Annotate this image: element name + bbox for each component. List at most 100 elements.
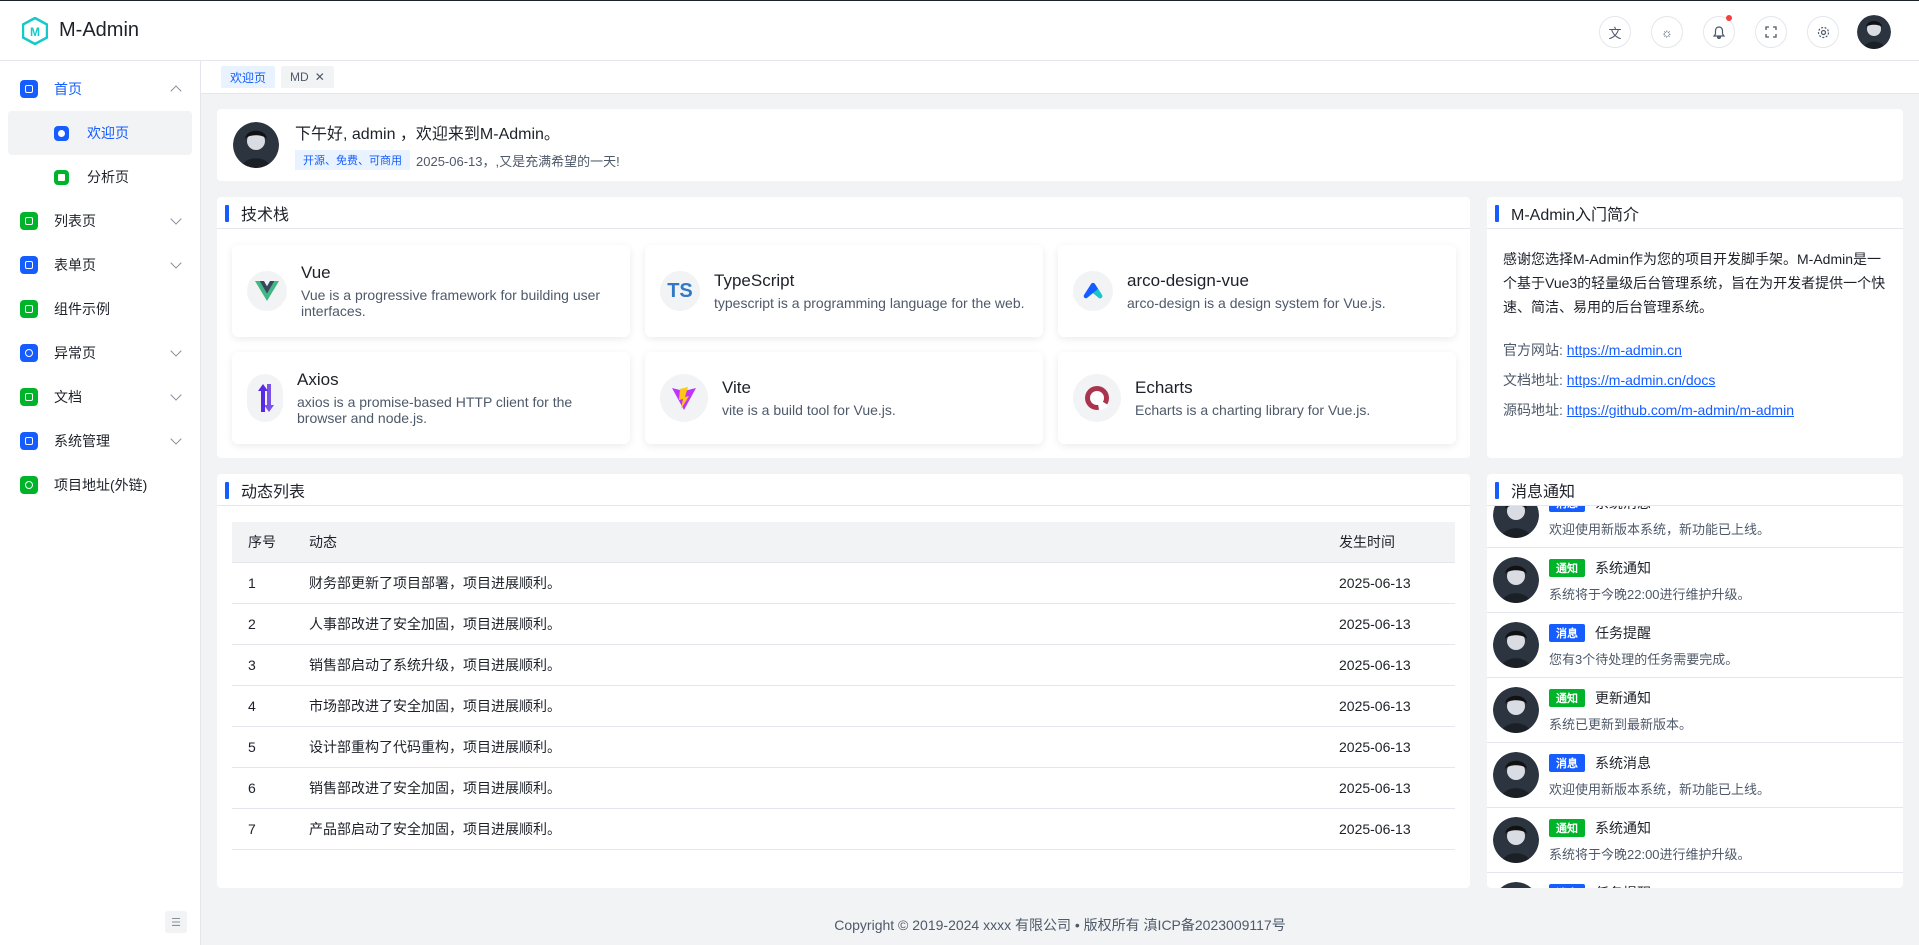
tech-item-typescript[interactable]: TS TypeScript typescript is a programmin… (645, 245, 1043, 337)
welcome-card: 下午好, admin ，欢迎来到M-Admin。 开源、免费、可商用 2025-… (217, 109, 1903, 181)
sidebar-item-project-link[interactable]: 项目地址(外链) (0, 463, 200, 507)
notice-head: 消息系统消息 (1549, 753, 1770, 773)
sidebar-item-home[interactable]: 首页 (0, 67, 200, 111)
table-cell: 3 (248, 657, 256, 673)
table-cell: 2025-06-13 (1339, 575, 1411, 591)
home-icon (20, 80, 38, 98)
notice-text: 消息任务提醒您有3个待处理的任务需要完成。 (1549, 623, 1738, 668)
notice-item[interactable]: 通知 更新通知 系统已更新到最新版本。 (1487, 678, 1903, 743)
notice-badge: 消息 (1549, 883, 1585, 888)
tech-text: Vue Vue is a progressive framework for b… (301, 263, 630, 319)
tech-stack-card: 技术栈 Vue Vue is a progressive framework f… (217, 197, 1470, 458)
sidebar-item-label: 系统管理 (54, 433, 110, 449)
notice-item[interactable]: 通知 系统通知 系统将于今晚22:00进行维护升级。 (1487, 808, 1903, 873)
notice-content: 欢迎使用新版本系统，新功能已上线。 (1549, 521, 1771, 537)
vue-icon (247, 271, 287, 311)
user-avatar[interactable] (1857, 15, 1891, 49)
sidebar-item-label: 首页 (54, 81, 82, 97)
official-site-link[interactable]: https://m-admin.cn (1567, 342, 1682, 358)
notice-content: 欢迎使用新版本系统，新功能已上线。 (1549, 781, 1771, 797)
tech-item-echarts[interactable]: Echarts Echarts is a charting library fo… (1058, 352, 1456, 444)
logo[interactable]: M M-Admin (22, 16, 139, 45)
table-cell: 2025-06-13 (1339, 821, 1411, 837)
settings-button[interactable] (1807, 16, 1839, 48)
notification-dot (1726, 15, 1732, 21)
table-row: 6 销售部改进了安全加固，项目进展顺利。 2025-06-13 (232, 768, 1455, 809)
tech-item-arco[interactable]: arco-design-vue arco-design is a design … (1058, 245, 1456, 337)
notice-list[interactable]: 消息系统消息欢迎使用新版本系统，新功能已上线。通知系统通知系统将于今晚22:00… (1487, 506, 1903, 888)
tech-name: Echarts (1135, 378, 1193, 397)
tech-name: Vite (722, 378, 751, 397)
translate-button[interactable]: 文 (1599, 16, 1631, 48)
logo-icon: M (22, 16, 48, 45)
notice-head: 通知 更新通知 (1549, 688, 1692, 708)
tech-text: Vite vite is a build tool for Vue.js. (722, 378, 906, 418)
sidebar-subitem-analysis[interactable]: 分析页 (8, 155, 192, 199)
sidebar-item-system[interactable]: 系统管理 (0, 419, 200, 463)
sidebar-item-form[interactable]: 表单页 (0, 243, 200, 287)
close-icon[interactable]: ✕ (315, 70, 325, 84)
table-cell: 1 (248, 575, 256, 591)
header-actions: 文 ☼ (1579, 15, 1891, 49)
intro-body: 感谢您选择M-Admin作为您的项目开发脚手架。M-Admin是一个基于Vue3… (1487, 229, 1903, 425)
sidebar-item-list[interactable]: 列表页 (0, 199, 200, 243)
table-row: 4 市场部改进了安全加固，项目进展顺利。 2025-06-13 (232, 686, 1455, 727)
chevron-down-icon (170, 433, 182, 445)
fullscreen-button[interactable] (1755, 16, 1787, 48)
svg-text:M: M (30, 25, 40, 39)
sidebar-item-components[interactable]: 组件示例 (0, 287, 200, 331)
table-cell: 2025-06-13 (1339, 657, 1411, 673)
sidebar-item-label: 表单页 (54, 257, 96, 273)
sidebar-subitem-welcome[interactable]: 欢迎页 (8, 111, 192, 155)
notice-item[interactable]: 消息系统消息欢迎使用新版本系统，新功能已上线。 (1487, 506, 1903, 548)
intro-links: 官方网站: https://m-admin.cn 文档地址: https://m… (1503, 335, 1887, 425)
notice-item[interactable]: 消息任务提醒您有3个待处理的任务需要完成。 (1487, 613, 1903, 678)
sidebar-subitem-label: 分析页 (87, 169, 129, 185)
notice-text: 消息任务提醒您有3个待处理的任务需要完成。 (1549, 883, 1738, 888)
fullscreen-icon (1765, 26, 1777, 38)
table-cell: 产品部启动了安全加固，项目进展顺利。 (309, 821, 561, 837)
tech-desc: arco-design is a design system for Vue.j… (1127, 295, 1386, 311)
collapse-sidebar-button[interactable]: ☰ (165, 911, 187, 933)
table-cell: 2 (248, 616, 256, 632)
notice-item[interactable]: 消息任务提醒您有3个待处理的任务需要完成。 (1487, 873, 1903, 888)
tech-grid: Vue Vue is a progressive framework for b… (232, 245, 1457, 444)
chevron-down-icon (170, 213, 182, 225)
notification-button[interactable] (1703, 15, 1735, 48)
table-cell: 市场部改进了安全加固，项目进展顺利。 (309, 698, 561, 714)
notice-title: 系统通知 (1595, 559, 1651, 576)
theme-icon: ☼ (1661, 24, 1673, 40)
card-title: 技术栈 (217, 197, 1470, 229)
notice-badge: 通知 (1549, 688, 1585, 707)
theme-toggle-button[interactable]: ☼ (1651, 16, 1683, 48)
notice-item[interactable]: 通知 系统通知 系统将于今晚22:00进行维护升级。 (1487, 548, 1903, 613)
welcome-tag: 开源、免费、可商用 (295, 150, 410, 170)
vite-icon (660, 374, 708, 422)
source-link[interactable]: https://github.com/m-admin/m-admin (1567, 402, 1794, 418)
welcome-subline: 开源、免费、可商用 2025-06-13，,又是充满希望的一天! (295, 150, 620, 170)
tech-name: arco-design-vue (1127, 271, 1249, 290)
sidebar-item-label: 文档 (54, 389, 82, 405)
welcome-text: 下午好, admin ，欢迎来到M-Admin。 开源、免费、可商用 2025-… (295, 120, 620, 170)
dynamics-table: 序号 动态 发生时间 1 财务部更新了项目部署，项目进展顺利。 2025-06-13… (232, 522, 1455, 850)
table-row: 2 人事部改进了安全加固，项目进展顺利。 2025-06-13 (232, 604, 1455, 645)
notice-head: 消息系统消息 (1549, 506, 1770, 513)
tab-welcome[interactable]: 欢迎页 (221, 66, 276, 88)
chevron-down-icon (170, 389, 182, 401)
menu-fold-icon: ☰ (171, 916, 181, 929)
sidebar-item-label: 异常页 (54, 345, 96, 361)
tech-name: Vue (301, 263, 331, 282)
docs-link[interactable]: https://m-admin.cn/docs (1567, 372, 1716, 388)
typescript-icon: TS (660, 271, 700, 311)
avatar (1493, 506, 1539, 538)
notice-item[interactable]: 消息系统消息欢迎使用新版本系统，新功能已上线。 (1487, 743, 1903, 808)
tech-item-vue[interactable]: Vue Vue is a progressive framework for b… (232, 245, 630, 337)
tech-item-axios[interactable]: Axios axios is a promise-based HTTP clie… (232, 352, 630, 444)
table-cell: 2025-06-13 (1339, 739, 1411, 755)
table-row: 1 财务部更新了项目部署，项目进展顺利。 2025-06-13 (232, 563, 1455, 604)
tech-item-vite[interactable]: Vite vite is a build tool for Vue.js. (645, 352, 1043, 444)
sidebar-item-docs[interactable]: 文档 (0, 375, 200, 419)
sidebar-item-exception[interactable]: 异常页 (0, 331, 200, 375)
table-cell: 2025-06-13 (1339, 780, 1411, 796)
tab-md[interactable]: MD ✕ (281, 66, 334, 88)
